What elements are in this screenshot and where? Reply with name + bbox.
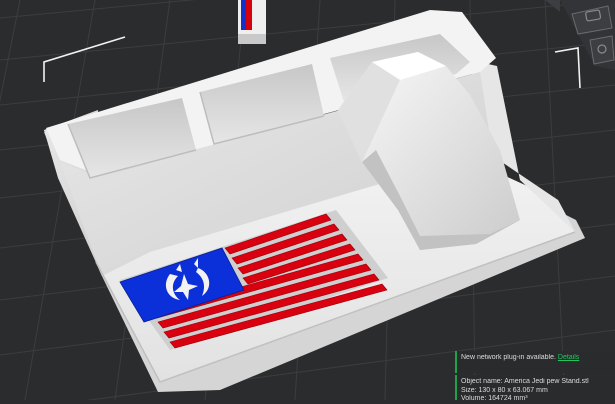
plugin-details-link[interactable]: Details <box>558 354 579 361</box>
object-name-label: Object name: <box>461 378 503 385</box>
object-volume-value: 164724 mm³ <box>488 395 528 403</box>
plugin-notification: New network plug-in available. Details <box>455 351 615 373</box>
view-cube-icon[interactable] <box>545 0 615 70</box>
build-plate-scene[interactable] <box>0 0 615 400</box>
background-object <box>238 0 266 44</box>
object-name-value: America Jedi pew Stand.stl <box>504 378 589 385</box>
3d-viewport[interactable] <box>0 0 615 400</box>
object-volume-label: Volume: <box>461 395 487 403</box>
object-size-value: 130 x 80 x 63.067 mm <box>478 386 548 394</box>
object-size-label: Size: <box>461 386 477 394</box>
plugin-message: New network plug-in available. <box>461 354 556 361</box>
object-info-panel: Object name: America Jedi pew Stand.stl … <box>455 375 615 403</box>
